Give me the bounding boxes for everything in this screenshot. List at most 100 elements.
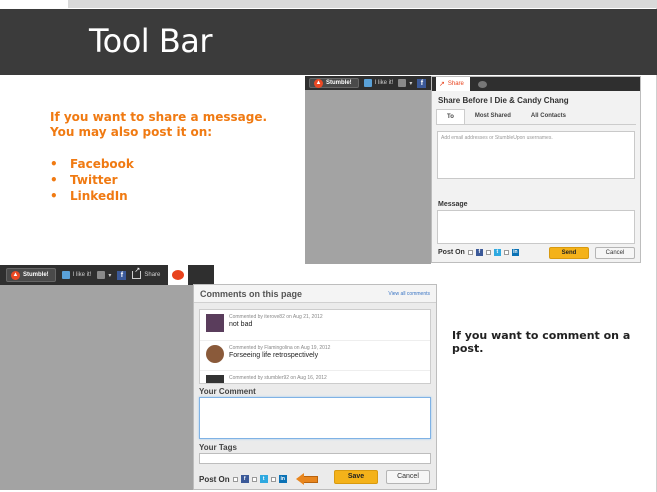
stumbleupon-logo-icon: ▲ [11,270,20,280]
your-tags-label: Your Tags [199,443,237,452]
send-button[interactable]: Send [549,247,589,259]
stumbleupon-logo-icon: ▲ [314,78,323,88]
post-on-row-top: Post On f t in [438,249,519,256]
share-panel-tabs: To Most Shared All Contacts [436,109,636,125]
recipients-input[interactable]: Add email addresses or StumbleUpon usern… [437,131,635,179]
cancel-button-share[interactable]: Cancel [595,247,635,259]
like-button-top[interactable]: I like it! [363,79,394,87]
arrow-body [303,475,318,483]
twitter-checkbox[interactable] [251,476,257,482]
comments-list: Commented by iterove82 on Aug 21, 2012 n… [199,309,431,384]
comment-body: Commented by stumbler92 on Aug 16, 2012 [229,375,327,383]
share-panel-title: Share Before I Die & Candy Chang [438,96,569,105]
comment-bubble-icon [172,270,185,280]
thumbs-down-icon [398,79,407,87]
comments-tab[interactable] [168,265,189,285]
comment-item: Commented by Flamingolina on Aug 19, 201… [200,340,430,370]
twitter-icon: t [259,475,268,483]
comment-meta: Commented by Flamingolina on Aug 19, 201… [229,345,331,351]
share-panel: ↗ Share Share Before I Die & Candy Chang… [431,76,641,263]
linkedin-checkbox[interactable] [270,476,276,482]
facebook-icon[interactable]: f [117,270,127,280]
stumble-toolbar-bottom: ▲ Stumble! I like it! ▾ f Share [0,265,214,285]
comments-title: Comments on this page [200,288,303,299]
like-label-top: I like it! [374,80,394,86]
comment-body: Commented by Flamingolina on Aug 19, 201… [229,345,330,366]
dislike-button-top[interactable]: ▾ [398,79,412,87]
comment-input[interactable] [199,397,431,439]
tab-to[interactable]: To [436,109,465,124]
post-on-row-bottom: Post On f t in [199,473,318,485]
bullet-facebook: Facebook [50,156,134,172]
facebook-checkbox[interactable] [232,476,238,482]
comment-bubble-icon[interactable] [477,80,487,88]
share-targets-list: Facebook Twitter LinkedIn [50,156,134,204]
comment-item: Commented by stumbler92 on Aug 16, 2012 [200,370,430,383]
avatar [206,345,224,363]
comment-text: not bad [229,321,253,328]
save-button[interactable]: Save [334,470,378,484]
slide: Tool Bar If you want to share a message.… [0,0,657,492]
intro-text: If you want to share a message. You may … [50,110,267,140]
bullet-twitter: Twitter [50,172,134,188]
linkedin-icon: in [511,249,519,256]
slide-title: Tool Bar [89,22,213,60]
comment-meta: Commented by iterove82 on Aug 21, 2012 [229,314,323,320]
view-all-comments-link[interactable]: View all comments [388,291,430,297]
thumbs-up-icon [363,79,372,87]
share-button-bottom[interactable]: Share [132,266,161,279]
post-on-label-bottom: Post On [199,474,230,484]
comment-item: Commented by iterove82 on Aug 21, 2012 n… [200,310,430,340]
stumble-toolbar-top: ▲ Stumble! I like it! ▾ f [305,76,431,90]
dislike-dropdown-bottom: ▾ [108,272,112,279]
share-panel-header: ↗ Share [432,77,640,91]
facebook-checkbox[interactable] [467,250,473,255]
comment-meta: Commented by stumbler92 on Aug 16, 2012 [229,375,327,381]
page-preview-top [305,76,431,264]
bullet-linkedin: LinkedIn [50,188,134,204]
avatar [206,314,224,332]
intro-line-2: You may also post it on: [50,125,213,139]
stumble-button-top[interactable]: ▲ Stumble! [309,78,359,88]
message-input[interactable] [437,210,635,244]
cancel-button-comment[interactable]: Cancel [386,470,430,484]
linkedin-icon: in [278,475,287,483]
share-tab[interactable]: ↗ Share [436,77,470,91]
your-comment-label: Your Comment [199,387,256,396]
intro-line-1: If you want to share a message. [50,110,268,124]
thumbs-up-icon [61,271,70,279]
post-on-label-top: Post On [438,249,465,256]
dislike-dropdown-top: ▾ [409,80,413,87]
facebook-icon: f [475,249,483,256]
tab-most-shared[interactable]: Most Shared [465,109,521,124]
avatar [206,375,224,383]
comment-note: If you want to comment on a post. [452,329,631,355]
facebook-icon[interactable]: f [417,78,427,88]
share-icon [132,266,142,279]
facebook-icon: f [240,475,249,483]
tab-all-contacts[interactable]: All Contacts [521,109,576,124]
arrow-head [295,473,304,485]
twitter-checkbox[interactable] [485,250,491,255]
stumble-label-bottom: Stumble! [23,272,49,278]
page-preview-bottom [0,266,193,490]
thumbs-down-icon [97,271,106,279]
twitter-icon: t [493,249,501,256]
tags-input[interactable] [199,453,431,464]
dislike-button-bottom[interactable]: ▾ [97,271,111,279]
comments-header: Comments on this page View all comments [194,285,436,303]
comment-body: Commented by iterove82 on Aug 21, 2012 n… [229,314,323,336]
share-label-bottom: Share [144,272,161,278]
linkedin-checkbox[interactable] [503,250,509,255]
stumble-label-top: Stumble! [326,80,352,86]
top-strip [68,0,657,8]
share-icon: ↗ [439,81,445,88]
pointer-arrow-icon [295,473,318,485]
like-button-bottom[interactable]: I like it! [61,271,92,279]
share-tab-label: Share [447,81,464,87]
like-label-bottom: I like it! [72,272,92,278]
stumble-button-bottom[interactable]: ▲ Stumble! [6,268,56,282]
comments-panel: Comments on this page View all comments … [193,284,437,490]
message-label: Message [438,201,468,208]
comment-text: Forseeing life retrospectively [229,352,319,359]
